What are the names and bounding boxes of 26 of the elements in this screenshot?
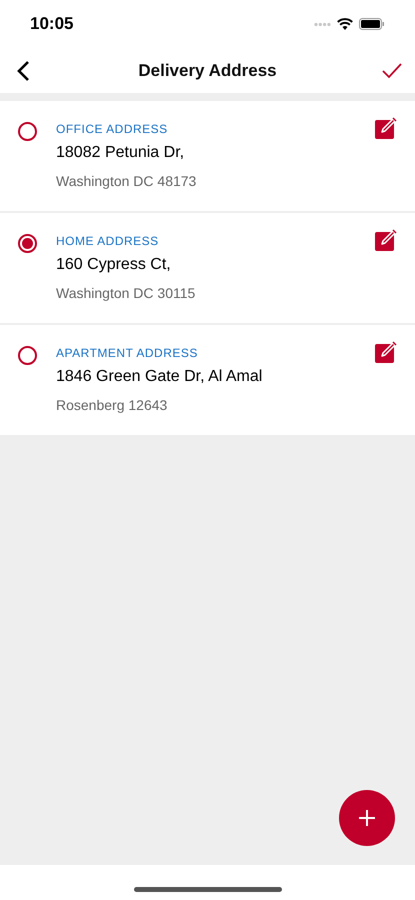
back-icon bbox=[16, 60, 30, 82]
radio-button[interactable] bbox=[18, 346, 37, 365]
address-line: 18082 Petunia Dr, bbox=[56, 143, 186, 163]
address-city: Washington DC 30115 bbox=[56, 284, 196, 302]
signal-icon bbox=[314, 22, 331, 26]
wifi-icon bbox=[337, 18, 353, 30]
radio-button[interactable] bbox=[18, 234, 37, 253]
check-icon bbox=[382, 62, 402, 78]
address-card[interactable]: APARTMENT ADDRESS 1846 Green Gate Dr, Al Amal Rosenberg 12643 bbox=[0, 325, 415, 435]
edit-icon[interactable] bbox=[375, 341, 397, 363]
address-card[interactable]: HOME ADDRESS 160 Cypress Ct, Washington DC 30115 bbox=[0, 213, 415, 323]
plus-icon bbox=[358, 809, 376, 827]
address-line: 1846 Green Gate Dr, Al Amal bbox=[56, 367, 264, 387]
address-city: Washington DC 48173 bbox=[56, 172, 198, 190]
status-time: 10:05 bbox=[30, 13, 74, 36]
address-city: Rosenberg 12643 bbox=[56, 396, 168, 414]
battery-icon bbox=[359, 18, 385, 30]
radio-button[interactable] bbox=[18, 122, 37, 141]
page-title: Delivery Address bbox=[138, 60, 277, 82]
address-label: HOME ADDRESS bbox=[56, 233, 160, 249]
address-label: OFFICE ADDRESS bbox=[56, 121, 169, 137]
edit-icon[interactable] bbox=[375, 117, 397, 139]
address-line: 160 Cypress Ct, bbox=[56, 255, 172, 275]
address-label: APARTMENT ADDRESS bbox=[56, 345, 199, 361]
edit-icon[interactable] bbox=[375, 229, 397, 251]
address-card[interactable]: OFFICE ADDRESS 18082 Petunia Dr, Washington DC 48173 bbox=[0, 101, 415, 211]
